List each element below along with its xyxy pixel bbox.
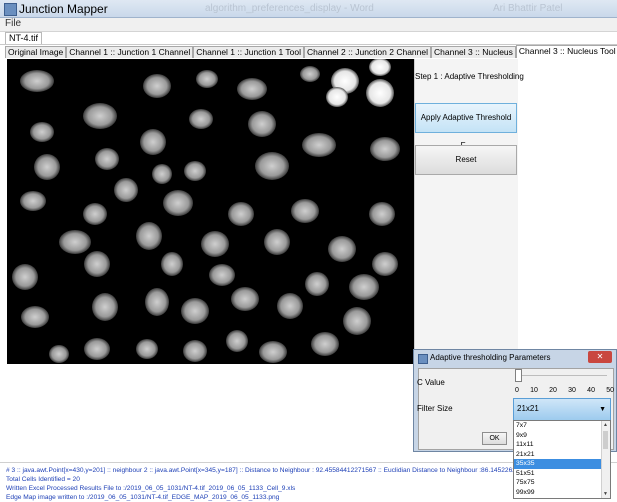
channel-tabs: Original Image Channel 1 :: Junction 1 C… [5,45,617,58]
c-value-slider-thumb[interactable] [515,369,522,382]
background-window-title-2: Ari Bhattir Patel [493,3,563,14]
dialog-title: Adaptive thresholding Parameters [430,353,551,362]
slider-tick: 10 [530,387,538,394]
chevron-down-icon: ▼ [599,406,606,413]
dropdown-option-highlighted[interactable]: 35x35 [514,459,610,469]
slider-tick: 30 [568,387,576,394]
slider-tick: 0 [515,387,519,394]
reset-button[interactable]: Reset [415,145,517,175]
dropdown-option[interactable]: 7x7 [514,421,610,431]
scroll-down-icon[interactable]: ▼ [603,491,608,497]
microscopy-image[interactable] [7,59,414,364]
dialog-window-icon [418,354,428,364]
tab-nucleus[interactable]: Channel 3 :: Nucleus [431,46,516,58]
slider-tick: 40 [587,387,595,394]
menubar: File [0,18,617,32]
tab-junction2-channel[interactable]: Channel 2 :: Junction 2 Channel [304,46,431,58]
dropdown-option[interactable]: 21x21 [514,450,610,460]
dropdown-option[interactable]: 75x75 [514,478,610,488]
close-button[interactable]: ✕ [588,351,612,363]
nuclei-image [7,59,414,364]
slider-tick: 50 [606,387,614,394]
slider-tick: 20 [549,387,557,394]
dropdown-option[interactable]: 51x51 [514,469,610,479]
ok-button[interactable]: OK [482,432,507,445]
c-value-slider-track[interactable] [515,375,607,376]
tab-nucleus-tool[interactable]: Channel 3 :: Nucleus Tool [515,45,617,58]
filter-size-dropdown[interactable]: 7x7 9x9 11x11 21x21 35x35 51x51 75x75 99… [513,420,611,499]
app-window-icon [4,3,17,16]
background-window-title: algorithm_preferences_display - Word [205,3,374,14]
tab-junction1-tool[interactable]: Channel 1 :: Junction 1 Tool [193,46,305,58]
menu-file[interactable]: File [5,18,21,29]
dropdown-scrollbar[interactable]: ▲ ▼ [601,421,610,498]
dropdown-option[interactable]: 99x99 [514,488,610,498]
file-tab[interactable]: NT-4.tif [5,32,43,44]
dropdown-option[interactable]: 11x11 [514,440,610,450]
tab-original-image[interactable]: Original Image [5,46,67,58]
apply-threshold-button[interactable]: Apply Adaptive Threshold F... [415,103,517,150]
step-label: Step 1 : Adaptive Thresholding [415,72,524,81]
window-title: Junction Mapper [19,2,108,16]
scroll-up-icon[interactable]: ▲ [603,422,608,428]
c-value-label: C Value [417,378,445,387]
filter-size-select[interactable]: 21x21 ▼ [513,398,611,421]
scrollbar-thumb[interactable] [603,431,608,449]
window-titlebar: Junction Mapper algorithm_preferences_di… [0,0,617,18]
tab-junction1-channel[interactable]: Channel 1 :: Junction 1 Channel [66,46,194,58]
filter-size-value: 21x21 [517,404,539,413]
slider-ticks: 0 10 20 30 40 50 [515,387,614,394]
filter-size-label: Filter Size [417,404,453,413]
dropdown-option[interactable]: 9x9 [514,431,610,441]
